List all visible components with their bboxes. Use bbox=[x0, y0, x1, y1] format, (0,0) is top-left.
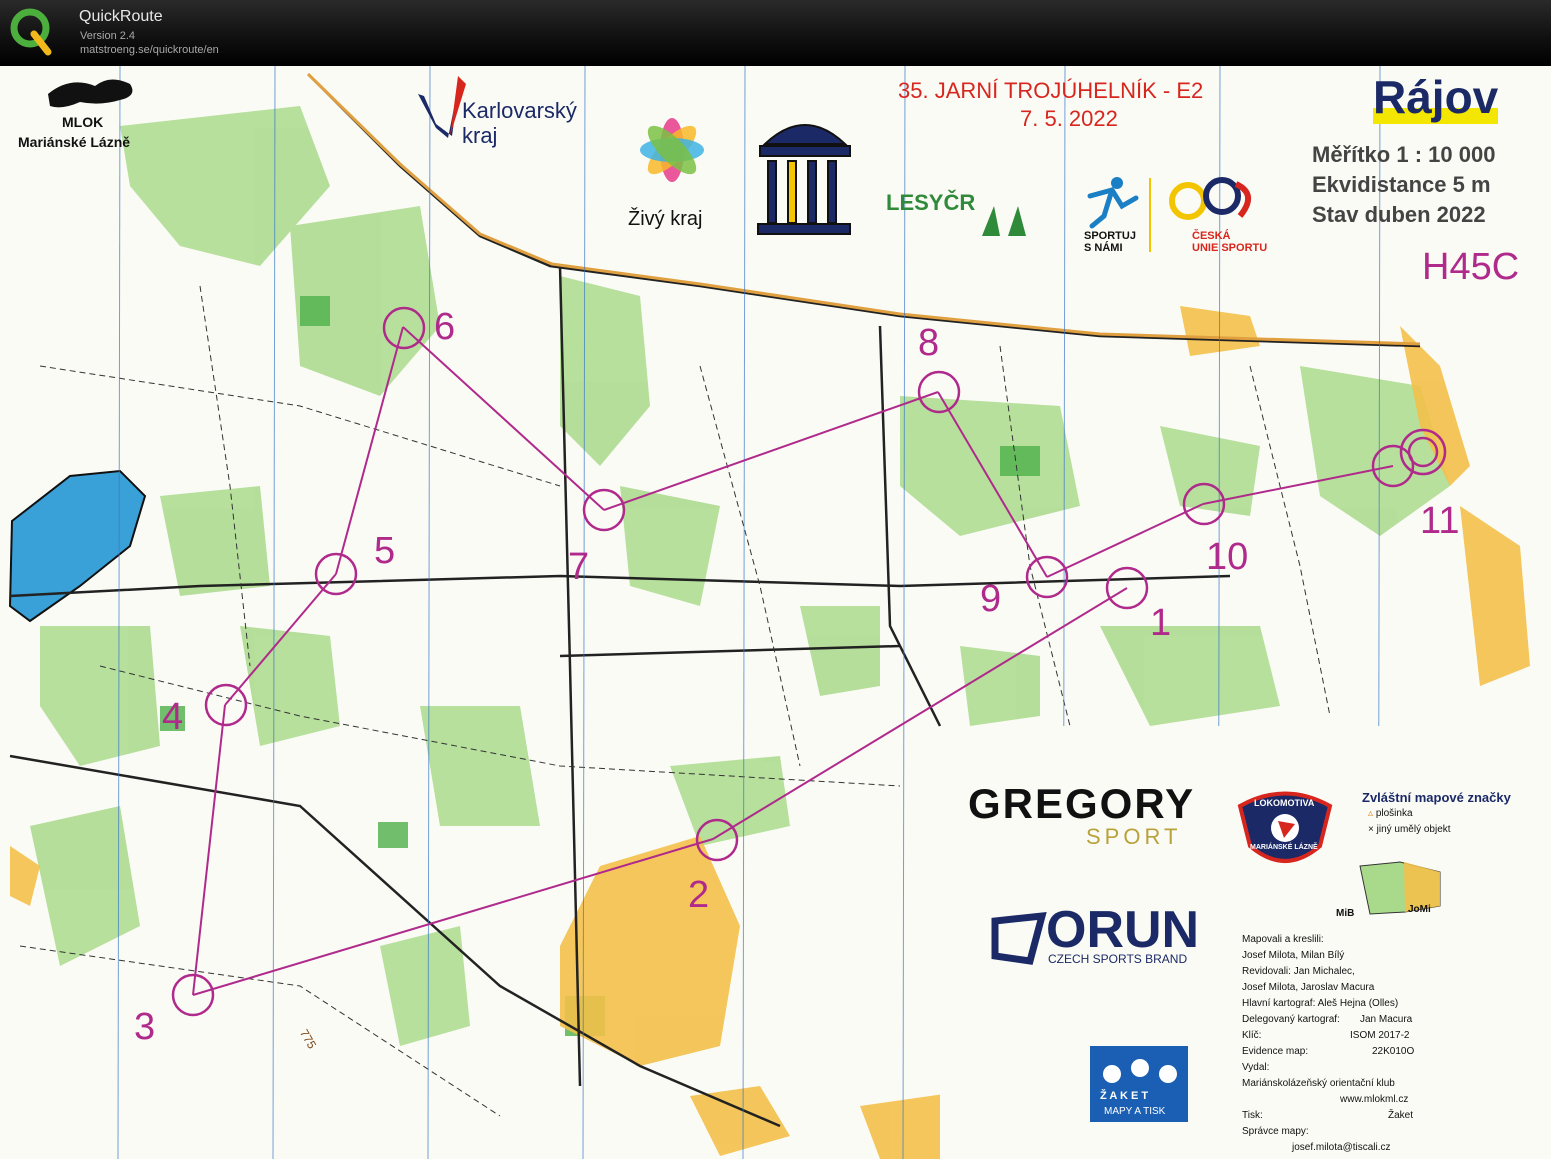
legend-plosinka-label: plošinka bbox=[1375, 808, 1413, 819]
sponsor-orun: ORUN bbox=[1046, 901, 1200, 959]
credits-line-4: Josef Milota, Jaroslav Macura bbox=[1242, 982, 1375, 993]
credits-line-11: www.mlokml.cz bbox=[1340, 1094, 1409, 1105]
legend-item-plosinka: ▵ plošinka bbox=[1368, 808, 1413, 819]
sponsor-cus-line1: ČESKÁ bbox=[1192, 230, 1231, 242]
control-number-2: 2 bbox=[688, 874, 710, 916]
sponsor-orun-sub: CZECH SPORTS BRAND bbox=[1048, 952, 1188, 966]
sponsor-mlok-city: Mariánské Lázně bbox=[18, 134, 131, 150]
sponsor-sportuj-line2: S NÁMI bbox=[1084, 242, 1123, 254]
sponsor-karlovarsky-line2: kraj bbox=[462, 123, 498, 148]
title-bar: QuickRoute Version 2.4 matstroeng.se/qui… bbox=[0, 0, 1551, 66]
credits-line-7b: ISOM 2017-2 bbox=[1350, 1030, 1410, 1041]
control-number-3: 3 bbox=[134, 1006, 156, 1048]
app-version: Version 2.4 bbox=[80, 30, 136, 42]
course-category: H45C bbox=[1422, 246, 1520, 288]
inset-label-jomi: JoMi bbox=[1408, 904, 1431, 915]
quickroute-logo-icon bbox=[10, 8, 52, 56]
credits-line-13: Správce mapy: bbox=[1242, 1126, 1309, 1137]
app-url-link[interactable]: matstroeng.se/quickroute/en bbox=[80, 44, 219, 56]
sponsor-lesy-cr: LESYČR bbox=[886, 190, 976, 215]
credits-line-6a: Delegovaný kartograf: bbox=[1242, 1014, 1340, 1025]
sponsor-mlok-name: MLOK bbox=[62, 114, 104, 130]
legend-title: Zvláštní mapové značky bbox=[1362, 790, 1511, 805]
credits-line-2: Josef Milota, Milan Bílý bbox=[1242, 950, 1345, 961]
credits-line-10: Mariánskolázeňský orientační klub bbox=[1242, 1078, 1395, 1089]
credits-line-1: Mapovali a kreslili: bbox=[1242, 934, 1324, 945]
control-number-9: 9 bbox=[980, 578, 1002, 620]
credits-line-5: Hlavní kartograf: Aleš Hejna (Olles) bbox=[1242, 998, 1399, 1009]
legend-item-umely-objekt: × jiný umělý objekt bbox=[1368, 824, 1451, 835]
sponsor-lokomotiva-bottom: MARIÁNSKÉ LÁZNĚ bbox=[1250, 844, 1318, 851]
credits-line-6b: Jan Macura bbox=[1360, 1014, 1413, 1025]
map-name: Rájov bbox=[1373, 70, 1499, 124]
sponsor-lokomotiva-top: LOKOMOTIVA bbox=[1254, 798, 1315, 808]
inset-label-mib: MiB bbox=[1336, 908, 1355, 919]
sponsor-cus-line2: UNIE SPORTU bbox=[1192, 242, 1268, 254]
event-date: 7. 5. 2022 bbox=[1020, 106, 1118, 131]
control-number-11: 11 bbox=[1420, 500, 1460, 542]
map-scale: Měřítko 1 : 10 000 bbox=[1312, 142, 1496, 167]
sponsor-karlovarsky-line1: Karlovarský bbox=[462, 98, 577, 123]
map-graphics bbox=[8, 66, 1551, 1159]
credits-line-12a: Tisk: bbox=[1242, 1110, 1263, 1121]
credits-line-8a: Evidence map: bbox=[1242, 1046, 1309, 1057]
sponsor-zaket: Ž A K E T bbox=[1100, 1090, 1149, 1102]
app-name: QuickRoute bbox=[79, 8, 163, 25]
sponsor-zivy-kraj: Živý kraj bbox=[628, 208, 703, 230]
sponsor-gregory: GREGORY bbox=[968, 780, 1196, 827]
zivy-kraj-flower-icon bbox=[640, 118, 704, 182]
control-number-1: 1 bbox=[1150, 602, 1172, 644]
credits-line-12b: Žaket bbox=[1388, 1110, 1414, 1121]
sponsor-gregory-sub: SPORT bbox=[1086, 824, 1182, 849]
credits-line-14: josef.milota@tiscali.cz bbox=[1292, 1142, 1391, 1153]
legend-umely-label: jiný umělý objekt bbox=[1376, 824, 1451, 835]
control-number-10: 10 bbox=[1206, 536, 1249, 578]
credits-line-8b: 22K010O bbox=[1372, 1046, 1415, 1057]
karlovarsky-logo-icon bbox=[418, 76, 466, 138]
control-number-4: 4 bbox=[162, 696, 184, 738]
orienteering-map[interactable]: MLOK Mariánské Lázně Karlovarský kraj Ži… bbox=[0, 66, 1551, 1159]
sponsor-zaket-sub: MAPY A TISK bbox=[1104, 1106, 1166, 1117]
event-title: 35. JARNÍ TROJÚHELNÍK - E2 bbox=[898, 78, 1204, 103]
credits-line-3: Revidovali: Jan Michalec, bbox=[1242, 966, 1355, 977]
credits-line-7a: Klíč: bbox=[1242, 1030, 1262, 1041]
sponsor-sportuj-line1: SPORTUJ bbox=[1084, 230, 1136, 242]
credits-line-9: Vydal: bbox=[1242, 1062, 1270, 1073]
control-number-8: 8 bbox=[918, 322, 940, 364]
control-number-5: 5 bbox=[374, 530, 396, 572]
lake bbox=[8, 469, 147, 623]
map-contour-interval: Ekvidistance 5 m bbox=[1312, 172, 1491, 197]
control-number-7: 7 bbox=[568, 546, 590, 588]
map-status: Stav duben 2022 bbox=[1312, 202, 1486, 227]
control-number-6: 6 bbox=[434, 306, 456, 348]
